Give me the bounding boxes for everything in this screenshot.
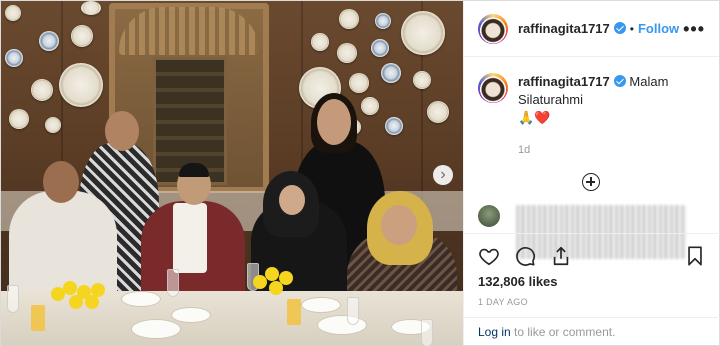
- wall-plate: [385, 117, 403, 135]
- post-photo[interactable]: ›: [1, 1, 463, 346]
- wall-plate: [427, 101, 449, 123]
- wall-plate: [361, 97, 379, 115]
- wall-plate: [413, 71, 431, 89]
- comment-bubble-icon[interactable]: [514, 245, 536, 267]
- wall-plate: [339, 9, 359, 29]
- flower: [269, 281, 283, 295]
- more-options-icon[interactable]: •••: [683, 20, 705, 38]
- flower: [265, 267, 279, 281]
- commenter-avatar[interactable]: [478, 205, 500, 227]
- wall-plate: [45, 117, 61, 133]
- white-scarf: [173, 203, 207, 273]
- username-link[interactable]: raffinagita1717: [518, 21, 626, 36]
- separator-dot: •: [629, 21, 634, 36]
- wall-plate: [375, 13, 391, 29]
- caption-username[interactable]: raffinagita1717: [518, 74, 626, 89]
- wall-plate: [71, 25, 93, 47]
- action-bar: [464, 234, 720, 270]
- water-glass: [167, 269, 179, 297]
- post-sidebar: raffinagita1717 • Follow ••• raffinagita…: [463, 1, 720, 345]
- verified-badge-icon: [613, 22, 626, 34]
- username-text: raffinagita1717: [518, 21, 610, 36]
- wall-plate: [311, 33, 329, 51]
- wall-plate: [349, 73, 369, 93]
- carved-arch: [119, 7, 259, 55]
- instagram-post: › raffinagita1717 • Follow ••• raffinagi…: [0, 0, 720, 346]
- wall-plate: [5, 5, 21, 21]
- water-glass: [347, 297, 359, 325]
- post-actions-section: 132,806 likes 1 DAY AGO Log in to like o…: [464, 233, 720, 345]
- wall-plate: [39, 31, 59, 51]
- post-header: raffinagita1717 • Follow •••: [464, 1, 719, 57]
- table-plate: [131, 319, 181, 339]
- wall-plate: [9, 109, 29, 129]
- caption: raffinagita1717 Malam Silaturahmi 🙏❤️ 1d: [464, 57, 719, 159]
- wall-plate: [381, 63, 401, 83]
- person-head: [381, 205, 417, 245]
- flower: [85, 295, 99, 309]
- avatar[interactable]: [478, 13, 508, 44]
- login-prompt: Log in to like or comment.: [464, 317, 720, 345]
- yellow-flowers: [51, 281, 111, 317]
- wall-plate: [371, 39, 389, 57]
- table-plate: [301, 297, 341, 313]
- login-prompt-text: to like or comment.: [510, 325, 616, 339]
- wall-plate: [5, 49, 23, 67]
- wall-plate: [31, 79, 53, 101]
- caption-timestamp[interactable]: 1d: [518, 141, 705, 159]
- water-glass: [421, 319, 433, 346]
- flower: [69, 295, 83, 309]
- heart-icon[interactable]: [478, 245, 500, 267]
- person-head: [279, 185, 305, 215]
- yellow-flowers: [253, 267, 301, 297]
- verified-badge-icon: [613, 75, 626, 87]
- plus-circle-icon[interactable]: [582, 173, 600, 191]
- table-plate: [121, 291, 161, 307]
- follow-button[interactable]: Follow: [638, 21, 679, 36]
- table-plate: [171, 307, 211, 323]
- likes-count[interactable]: 132,806 likes: [464, 270, 720, 289]
- person-head: [105, 111, 139, 151]
- wall-plate: [81, 1, 101, 15]
- caption-username-text: raffinagita1717: [518, 74, 610, 89]
- post-time-ago[interactable]: 1 DAY AGO: [464, 289, 720, 307]
- wall-plate: [59, 63, 103, 107]
- flower: [63, 281, 77, 295]
- login-link[interactable]: Log in: [478, 325, 511, 339]
- next-photo-button[interactable]: ›: [433, 165, 453, 185]
- wall-plate: [401, 11, 445, 55]
- water-glass: [7, 285, 19, 313]
- table-plate: [317, 315, 367, 335]
- juice-glass: [31, 305, 45, 331]
- person-head: [317, 99, 351, 145]
- wall-plate: [337, 43, 357, 63]
- black-cap: [179, 163, 209, 177]
- caption-body: raffinagita1717 Malam Silaturahmi 🙏❤️ 1d: [518, 73, 705, 159]
- bookmark-icon[interactable]: [684, 245, 706, 267]
- caption-emoji: 🙏❤️: [518, 110, 551, 125]
- share-icon[interactable]: [550, 245, 572, 267]
- juice-glass: [287, 299, 301, 325]
- avatar[interactable]: [478, 73, 508, 103]
- person-head: [43, 161, 79, 203]
